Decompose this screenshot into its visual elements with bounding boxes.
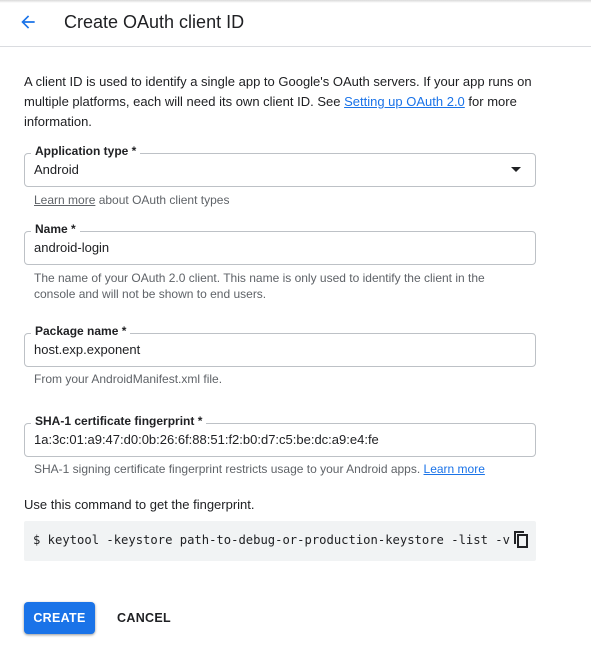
create-button[interactable]: CREATE [24, 602, 95, 634]
command-code: $ keytool -keystore path-to-debug-or-pro… [33, 533, 510, 547]
application-type-select[interactable]: Application type * Android [24, 144, 536, 187]
application-type-value: Android [34, 162, 79, 177]
package-name-value: host.exp.exponent [34, 342, 141, 357]
arrow-back-icon [21, 15, 35, 29]
learn-more-client-types-link[interactable]: Learn more [34, 193, 95, 207]
name-helper: The name of your OAuth 2.0 client. This … [34, 271, 485, 301]
command-code-block: $ keytool -keystore path-to-debug-or-pro… [24, 521, 536, 561]
back-button[interactable] [14, 8, 42, 36]
name-label: Name * [31, 222, 80, 236]
sha1-fingerprint-label: SHA-1 certificate fingerprint * [31, 414, 207, 428]
sha1-helper: SHA-1 signing certificate fingerprint re… [34, 461, 524, 477]
package-name-helper: From your AndroidManifest.xml file. [34, 372, 223, 386]
package-name-field[interactable]: Package name * host.exp.exponent [24, 324, 536, 367]
sha1-fingerprint-field[interactable]: SHA-1 certificate fingerprint * 1a:3c:01… [24, 414, 536, 457]
page-title: Create OAuth client ID [64, 12, 245, 32]
application-type-helper: Learn more about OAuth client types [34, 192, 524, 208]
copy-icon-front [517, 534, 528, 548]
command-label: Use this command to get the fingerprint. [24, 497, 255, 512]
page-header: Create OAuth client ID [0, 0, 591, 47]
cancel-button[interactable]: CANCEL [110, 602, 178, 634]
application-type-helper-text: about OAuth client types [95, 193, 230, 207]
dropdown-arrow-icon [511, 167, 521, 172]
sha1-helper-text: SHA-1 signing certificate fingerprint re… [34, 462, 424, 476]
name-field[interactable]: Name * android-login [24, 222, 536, 265]
name-value: android-login [34, 240, 110, 255]
intro-text: A client ID is used to identify a single… [24, 72, 544, 132]
application-type-label: Application type * [31, 144, 141, 158]
learn-more-sha1-link[interactable]: Learn more [424, 462, 485, 476]
package-name-label: Package name * [31, 324, 131, 338]
setting-up-oauth-link[interactable]: Setting up OAuth 2.0 [344, 94, 465, 109]
copy-button[interactable] [510, 529, 530, 551]
sha1-fingerprint-value: 1a:3c:01:a9:47:d0:0b:26:6f:88:51:f2:b0:d… [34, 432, 379, 447]
